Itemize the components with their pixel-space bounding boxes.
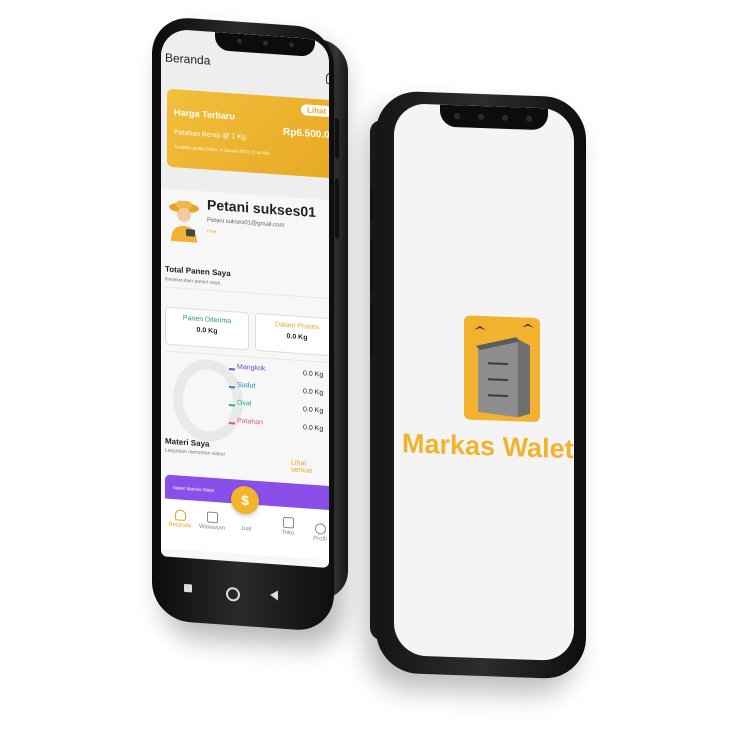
promo-label: Materi Markas Walet: [173, 485, 215, 493]
price-card-title: Harga Terbaru: [174, 107, 235, 122]
legend-swatch: [229, 386, 235, 389]
legend-swatch: [229, 368, 235, 371]
front-camera: [478, 113, 484, 121]
legend-name: Patahan: [237, 417, 264, 427]
bottom-navigation: Beranda Wawasan $ Jual Toko Profil: [161, 485, 329, 561]
nav-profile-label: Profil: [313, 535, 327, 543]
harvest-received-label: Panen Diterima: [182, 314, 232, 326]
swiftlet-house-logo: [464, 315, 540, 423]
nav-shop-label: Toko: [281, 529, 295, 537]
home-icon: [174, 509, 186, 521]
nav-insight[interactable]: Wawasan: [195, 511, 229, 532]
harvest-in-process-value: 0.0 Kg: [286, 333, 308, 342]
brand-name: Markas Walet: [402, 428, 574, 465]
nav-home[interactable]: Beranda: [163, 508, 197, 529]
user-icon: [314, 522, 326, 535]
sensor-dot: [237, 38, 242, 44]
legend-swatch: [229, 422, 235, 425]
nav-profile[interactable]: Profil: [303, 522, 329, 543]
legend-swatch: [229, 404, 235, 407]
power-button: [335, 178, 339, 239]
nav-home-label: Beranda: [168, 521, 192, 530]
sensor-dot: [289, 42, 294, 48]
legend-name: Oval: [237, 399, 252, 408]
mute-switch: [370, 190, 374, 221]
book-icon: [206, 511, 218, 524]
phone-frame-left: Beranda Harga Terbaru Lihat Rp6.500.000 …: [152, 15, 339, 633]
splash-screen: Markas Walet: [394, 102, 574, 662]
legend-value: 0.0 Kg: [303, 406, 324, 415]
phone-frame-right: Markas Walet: [370, 90, 586, 680]
nav-sell[interactable]: Jual: [229, 525, 263, 533]
legend-name: Sudut: [237, 381, 256, 390]
user-email: Petani sukses01@gmail.com: [207, 217, 285, 229]
volume-down-button: [370, 304, 374, 355]
legend-value: 0.0 Kg: [303, 370, 324, 379]
nav-sell-label: Jual: [240, 525, 252, 533]
materials-section-subtitle: Lanjutkan menonton video!: [165, 447, 226, 458]
farmer-avatar: [169, 200, 199, 243]
volume-up-button: [370, 240, 374, 291]
nav-shop[interactable]: Toko: [271, 516, 305, 537]
user-name: Petani sukses01: [207, 196, 316, 221]
legend-row-patahan: Patahan 0.0 Kg: [225, 417, 329, 439]
mockup-scene: Beranda Harga Terbaru Lihat Rp6.500.000 …: [0, 0, 750, 751]
harvest-section-title: Total Panen Saya: [165, 264, 231, 279]
membership-tier: Free: [207, 228, 217, 235]
see-all-link[interactable]: Lihat semua: [291, 459, 329, 476]
sensor-dot: [454, 113, 460, 120]
harvest-in-process-card[interactable]: Dalam Proses 0.0 Kg: [255, 312, 329, 357]
front-camera: [263, 40, 268, 46]
home-button-icon[interactable]: [226, 586, 240, 602]
camera-notch: [440, 104, 548, 131]
nav-insight-label: Wawasan: [198, 523, 226, 532]
sensor-dot: [526, 115, 532, 122]
recent-apps-icon[interactable]: [184, 583, 192, 593]
materials-section-title: Materi Saya: [165, 436, 210, 449]
app-screen: Beranda Harga Terbaru Lihat Rp6.500.000 …: [161, 28, 329, 569]
price-product: Patahan Beras @ 1 Kg: [174, 129, 246, 142]
back-icon[interactable]: [270, 589, 278, 601]
harvest-received-card[interactable]: Panen Diterima 0.0 Kg: [165, 306, 249, 351]
harvest-received-value: 0.0 Kg: [196, 326, 218, 336]
legend-name: Mangkok: [237, 363, 266, 373]
sensor-dot: [502, 114, 508, 121]
price-value: Rp6.500.000: [283, 126, 329, 142]
price-updated-time: Terakhir update Rabu, 4 Januari 2023 11:…: [174, 144, 270, 156]
system-nav-bar: [152, 574, 334, 617]
latest-price-card[interactable]: Harga Terbaru Lihat Rp6.500.000 Patahan …: [167, 88, 329, 179]
view-price-button[interactable]: Lihat: [301, 104, 329, 118]
legend-value: 0.0 Kg: [303, 388, 324, 397]
notification-bell-icon[interactable]: [326, 71, 329, 85]
store-icon: [282, 516, 294, 529]
volume-button: [335, 118, 339, 159]
legend-value: 0.0 Kg: [303, 424, 324, 433]
harvest-section-subtitle: Keseluruhan panen saya: [165, 276, 221, 287]
divider: [165, 286, 329, 300]
